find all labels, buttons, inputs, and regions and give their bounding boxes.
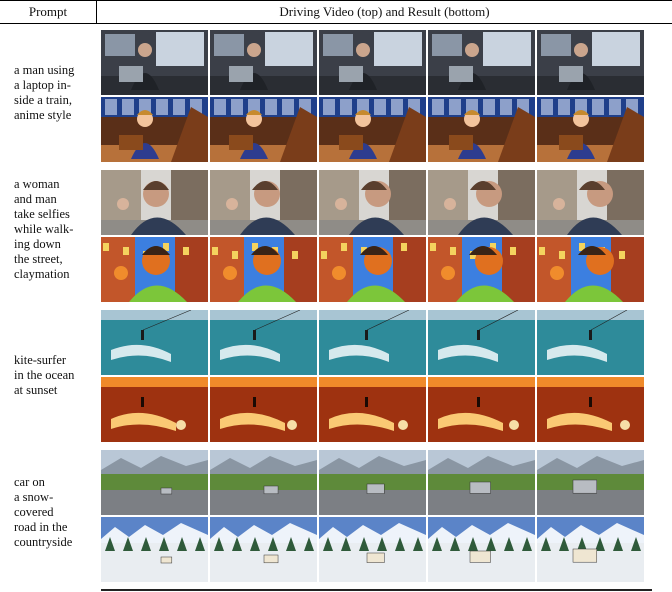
prompt-text: a woman and man take selfies while walk-… bbox=[14, 177, 84, 282]
prompt-line: kite-surfer bbox=[14, 353, 67, 367]
video-frame-3 bbox=[319, 310, 426, 375]
video-frame-5 bbox=[537, 517, 644, 582]
video-frame-5 bbox=[537, 170, 644, 235]
video-frame-4 bbox=[428, 97, 535, 162]
video-frame-4 bbox=[428, 237, 535, 302]
video-frame-3 bbox=[319, 30, 426, 95]
prompt-line: and man bbox=[14, 192, 57, 206]
video-frame-4 bbox=[428, 310, 535, 375]
video-frame-3 bbox=[319, 97, 426, 162]
video-frame-1 bbox=[101, 310, 208, 375]
prompt-line: covered bbox=[14, 505, 54, 519]
video-frame-1 bbox=[101, 237, 208, 302]
driving-video-strip bbox=[101, 30, 644, 95]
result-video-strip bbox=[101, 237, 644, 302]
video-frame-4 bbox=[428, 170, 535, 235]
video-frame-5 bbox=[537, 377, 644, 442]
video-frame-3 bbox=[319, 517, 426, 582]
driving-video-strip bbox=[101, 170, 644, 235]
next-row-edge bbox=[101, 589, 652, 591]
prompt-line: a man using bbox=[14, 63, 75, 77]
driving-video-strip bbox=[101, 450, 644, 515]
prompt-line: in the ocean bbox=[14, 368, 75, 382]
prompt-line: take selfies bbox=[14, 207, 70, 221]
video-frame-1 bbox=[101, 517, 208, 582]
video-frame-2 bbox=[210, 450, 317, 515]
video-frame-5 bbox=[537, 237, 644, 302]
video-frame-2 bbox=[210, 517, 317, 582]
video-frame-5 bbox=[537, 97, 644, 162]
table-header: Prompt Driving Video (top) and Result (b… bbox=[0, 0, 672, 24]
prompt-line: claymation bbox=[14, 267, 70, 281]
result-video-strip bbox=[101, 97, 644, 162]
prompt-line: at sunset bbox=[14, 383, 58, 397]
header-top-rule bbox=[0, 0, 672, 1]
prompt-line: a laptop in- bbox=[14, 78, 71, 92]
video-frame-2 bbox=[210, 170, 317, 235]
video-frame-4 bbox=[428, 517, 535, 582]
video-frame-1 bbox=[101, 450, 208, 515]
video-frame-2 bbox=[210, 310, 317, 375]
prompt-line: a snow- bbox=[14, 490, 54, 504]
prompt-line: the street, bbox=[14, 252, 63, 266]
video-frame-3 bbox=[319, 170, 426, 235]
video-frame-2 bbox=[210, 377, 317, 442]
header-bottom-rule bbox=[0, 23, 672, 24]
video-frame-1 bbox=[101, 30, 208, 95]
result-video-strip bbox=[101, 377, 644, 442]
video-frame-1 bbox=[101, 170, 208, 235]
video-frame-5 bbox=[537, 450, 644, 515]
video-frame-2 bbox=[210, 30, 317, 95]
prompt-line: ing down bbox=[14, 237, 61, 251]
video-frame-2 bbox=[210, 237, 317, 302]
video-frame-3 bbox=[319, 377, 426, 442]
video-frame-4 bbox=[428, 30, 535, 95]
video-frame-1 bbox=[101, 97, 208, 162]
prompt-column-header: Prompt bbox=[28, 4, 68, 19]
prompt-line: anime style bbox=[14, 108, 72, 122]
prompt-line: side a train, bbox=[14, 93, 72, 107]
video-frame-1 bbox=[101, 377, 208, 442]
prompt-line: countryside bbox=[14, 535, 73, 549]
driving-video-strip bbox=[101, 310, 644, 375]
video-frame-4 bbox=[428, 450, 535, 515]
prompt-text: car on a snow- covered road in the count… bbox=[14, 475, 84, 550]
video-frame-3 bbox=[319, 237, 426, 302]
video-column-header: Driving Video (top) and Result (bottom) bbox=[279, 4, 490, 19]
prompt-line: while walk- bbox=[14, 222, 74, 236]
video-frame-4 bbox=[428, 377, 535, 442]
prompt-text: a man using a laptop in- side a train, a… bbox=[14, 63, 84, 123]
prompt-line: road in the bbox=[14, 520, 68, 534]
video-frame-5 bbox=[537, 310, 644, 375]
prompt-line: car on bbox=[14, 475, 45, 489]
prompt-text: kite-surfer in the ocean at sunset bbox=[14, 353, 84, 398]
video-frame-2 bbox=[210, 97, 317, 162]
video-frame-5 bbox=[537, 30, 644, 95]
result-video-strip bbox=[101, 517, 644, 582]
prompt-line: a woman bbox=[14, 177, 60, 191]
video-frame-3 bbox=[319, 450, 426, 515]
